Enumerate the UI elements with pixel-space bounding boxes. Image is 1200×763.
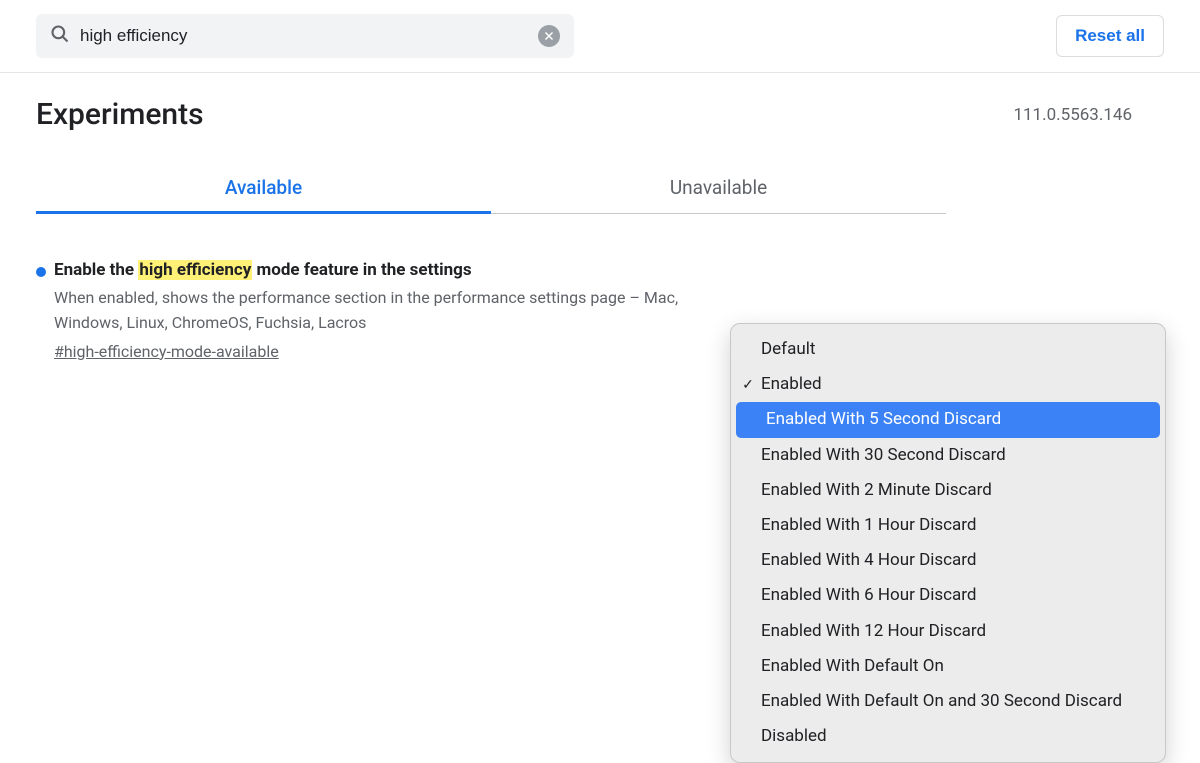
tab-available[interactable]: Available: [36, 162, 491, 213]
dropdown-option-label: Enabled With 6 Hour Discard: [761, 582, 977, 609]
clear-search-button[interactable]: [538, 25, 560, 47]
version-label: 111.0.5563.146: [1013, 105, 1132, 125]
tab-unavailable[interactable]: Unavailable: [491, 162, 946, 213]
check-icon: ✓: [739, 374, 757, 396]
dropdown-option[interactable]: Enabled With 1 Hour Discard: [731, 508, 1165, 543]
modified-indicator-icon: [36, 267, 46, 277]
dropdown-option[interactable]: Default: [731, 332, 1165, 367]
dropdown-option-label: Enabled With 2 Minute Discard: [761, 477, 992, 504]
page-title: Experiments: [36, 97, 204, 132]
dropdown-option-label: Enabled With 30 Second Discard: [761, 442, 1006, 469]
dropdown-option[interactable]: Enabled With 5 Second Discard: [736, 402, 1160, 437]
dropdown-option-label: Enabled With Default On and 30 Second Di…: [761, 688, 1122, 715]
tabs: Available Unavailable: [36, 162, 946, 214]
dropdown-option-label: Default: [761, 336, 815, 363]
dropdown-option-label: Enabled With Default On: [761, 653, 944, 680]
reset-all-button[interactable]: Reset all: [1056, 15, 1164, 57]
experiment-title-post: mode feature in the settings: [252, 260, 471, 280]
experiment-title-highlight: high efficiency: [138, 260, 252, 280]
search-icon: [50, 24, 70, 48]
dropdown-option[interactable]: Enabled With Default On and 30 Second Di…: [731, 684, 1165, 719]
experiment-row: Enable the high efficiency mode feature …: [36, 260, 736, 361]
dropdown-option-label: Enabled With 1 Hour Discard: [761, 512, 977, 539]
dropdown-option-label: Enabled With 4 Hour Discard: [761, 547, 977, 574]
dropdown-option[interactable]: Enabled With 12 Hour Discard: [731, 614, 1165, 649]
dropdown-option-label: Disabled: [761, 723, 827, 750]
dropdown-option[interactable]: Enabled With Default On: [731, 649, 1165, 684]
dropdown-option-label: Enabled: [761, 371, 822, 398]
dropdown-option[interactable]: Enabled With 6 Hour Discard: [731, 578, 1165, 613]
search-box[interactable]: [36, 14, 574, 58]
dropdown-option[interactable]: Enabled With 30 Second Discard: [731, 438, 1165, 473]
dropdown-option[interactable]: Enabled With 4 Hour Discard: [731, 543, 1165, 578]
experiment-value-dropdown[interactable]: Default✓EnabledEnabled With 5 Second Dis…: [730, 323, 1166, 763]
experiment-title-pre: Enable the: [54, 260, 138, 280]
experiment-description: When enabled, shows the performance sect…: [54, 286, 736, 336]
dropdown-option-label: Enabled With 5 Second Discard: [766, 406, 1001, 433]
dropdown-option[interactable]: ✓Enabled: [731, 367, 1165, 402]
search-input[interactable]: [80, 26, 538, 46]
dropdown-option[interactable]: Enabled With 2 Minute Discard: [731, 473, 1165, 508]
experiment-title: Enable the high efficiency mode feature …: [54, 260, 736, 280]
dropdown-option[interactable]: Disabled: [731, 719, 1165, 754]
experiment-anchor-link[interactable]: #high-efficiency-mode-available: [54, 342, 279, 361]
dropdown-option-label: Enabled With 12 Hour Discard: [761, 618, 986, 645]
